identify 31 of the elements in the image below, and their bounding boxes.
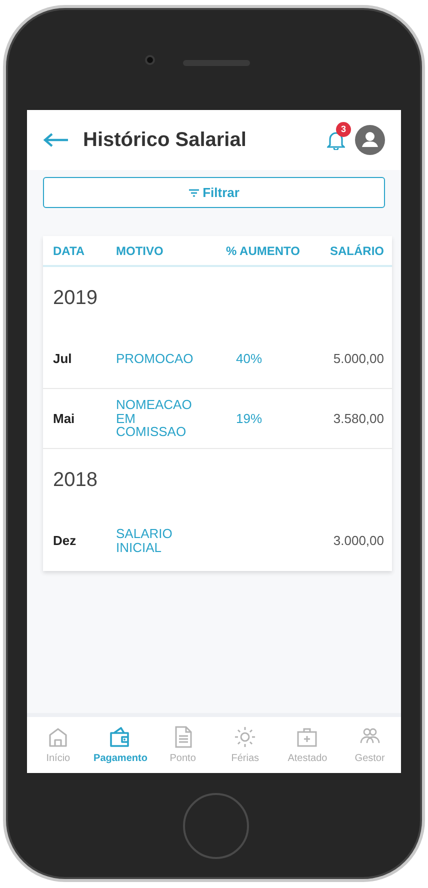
avatar-icon[interactable] — [355, 125, 385, 155]
increase-cell-text: 19% — [235, 410, 264, 428]
page-title: Histórico Salarial — [83, 128, 246, 153]
year-heading: 2018 — [52, 468, 98, 493]
salary-cell-text: 5.000,00 — [332, 350, 384, 368]
salary-cell-text: 3.580,00 — [332, 410, 384, 428]
month-cell-text: Mai — [53, 410, 76, 428]
nav-tab[interactable]: Gestor — [338, 717, 401, 773]
increase-cell-text: 40% — [235, 350, 264, 368]
reason-cell-text: NOMEACAO EM COMISSAO — [116, 398, 193, 439]
reason-cell-text: PROMOCAO — [116, 352, 194, 366]
filter-button[interactable]: Filtrar — [43, 177, 385, 208]
column-header: DATA — [53, 242, 86, 260]
nav-tab[interactable]: Início — [27, 717, 90, 773]
back-button[interactable] — [43, 132, 69, 148]
nav-tab[interactable]: Férias — [214, 717, 276, 773]
nav-tab[interactable]: Pagamento — [89, 717, 152, 773]
month-cell-text: Jul — [53, 350, 73, 368]
reason-cell-text: SALARIO INICIAL — [116, 527, 174, 555]
sun-icon — [233, 724, 258, 748]
month-cell-text: Dez — [53, 532, 78, 550]
filter-icon — [188, 188, 199, 196]
notification-badge: 3 — [336, 122, 351, 137]
column-header: MOTIVO — [116, 242, 164, 260]
year-heading: 2019 — [52, 286, 98, 311]
nav-tab[interactable]: Ponto — [152, 717, 214, 773]
column-header: SALÁRIO — [329, 242, 384, 260]
nav-tab[interactable]: Atestado — [276, 717, 339, 773]
column-header: % AUMENTO — [225, 242, 302, 260]
camera-icon — [145, 55, 155, 65]
salary-cell-text: 3.000,00 — [332, 532, 384, 550]
